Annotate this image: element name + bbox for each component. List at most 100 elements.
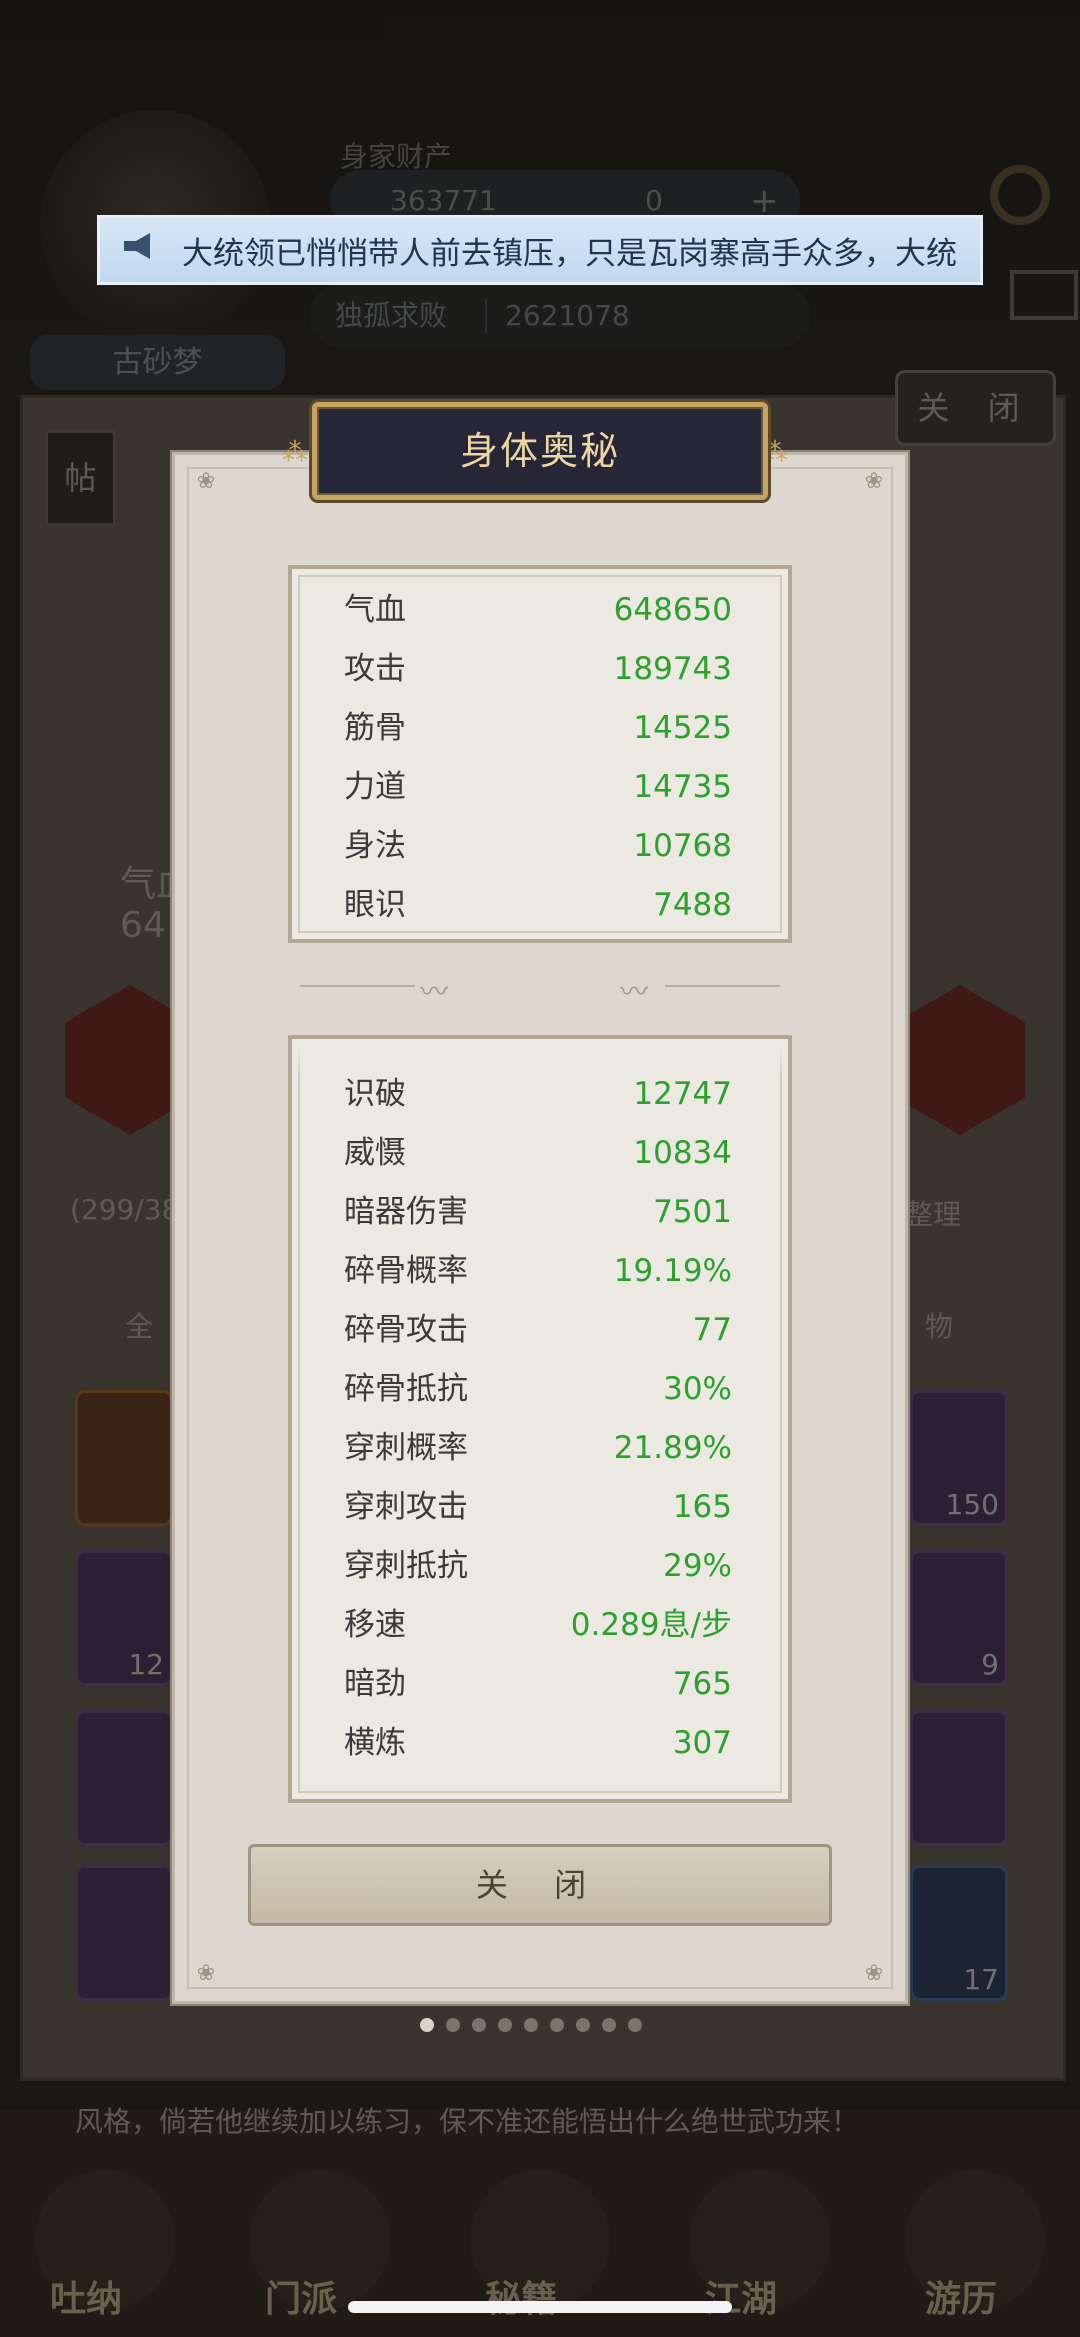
panel-close-button[interactable]: 关 闭 — [895, 370, 1056, 446]
stat-row: 力道 14735 — [292, 758, 788, 817]
stat-row: 穿刺抵抗 29% — [292, 1537, 788, 1596]
stat-name: 眼识 — [344, 887, 406, 923]
inventory-slot[interactable]: 17 — [910, 1865, 1008, 2001]
stat-name: 暗劲 — [344, 1666, 406, 1702]
sort-button[interactable]: 整理 — [905, 1193, 961, 1233]
stat-row: 碎骨攻击 77 — [292, 1301, 788, 1360]
stat-name: 穿刺概率 — [344, 1430, 468, 1466]
page-dot[interactable] — [628, 2018, 642, 2032]
stat-name: 攻击 — [344, 651, 406, 687]
stat-value: 21.89% — [613, 1430, 732, 1466]
page-dot[interactable] — [550, 2018, 564, 2032]
slot-count: 12 — [128, 1648, 164, 1681]
corner-ornament: ❀ — [864, 1961, 884, 1986]
page-dot[interactable] — [602, 2018, 616, 2032]
stat-value: 189743 — [613, 651, 732, 687]
stat-value: 10834 — [633, 1135, 732, 1171]
stat-name: 碎骨攻击 — [344, 1312, 468, 1348]
dialog-title-plate: 身体奥秘 — [312, 402, 768, 500]
advanced-stats-panel[interactable]: 招架 13708 识破 12747 威慑 10834 暗器伤害 7501 碎骨概… — [288, 1035, 792, 1803]
stat-name: 碎骨抵抗 — [344, 1371, 468, 1407]
gear-icon[interactable] — [990, 165, 1050, 225]
rank-separator — [485, 299, 487, 333]
stat-name: 横炼 — [344, 1725, 406, 1761]
inventory-slot[interactable] — [75, 1390, 173, 1526]
divider-ornament: 〰 — [620, 975, 649, 1008]
stat-row: 穿刺概率 21.89% — [292, 1419, 788, 1478]
stat-value: 19.19% — [613, 1253, 732, 1289]
page-dot[interactable] — [472, 2018, 486, 2032]
stat-value: 7501 — [653, 1194, 732, 1230]
inventory-slot[interactable]: 150 — [910, 1390, 1008, 1526]
stat-row: 攻击 189743 — [292, 640, 788, 699]
stat-value: 648650 — [613, 592, 732, 628]
inventory-slot[interactable]: 9 — [910, 1550, 1008, 1686]
nav-label: 门派 — [265, 2279, 338, 2320]
stat-name: 移速 — [344, 1607, 406, 1643]
filter-all-tab[interactable]: 全 — [125, 1305, 153, 1345]
stat-row: 碎骨抵抗 30% — [292, 1360, 788, 1419]
stat-value: 307 — [672, 1725, 732, 1761]
stat-name: 力道 — [344, 769, 406, 805]
rank-bar: 独孤求败 2621078 — [310, 285, 810, 347]
stat-name: 身法 — [344, 828, 406, 864]
filter-items-tab[interactable]: 物 — [925, 1305, 953, 1345]
slot-count: 150 — [945, 1488, 999, 1521]
nav-label: 游历 — [925, 2279, 998, 2320]
stat-name: 气血 — [344, 592, 406, 628]
page-dot[interactable] — [524, 2018, 538, 2032]
scroll-fade — [292, 1039, 788, 1079]
dialog-title: 身体奥秘 — [459, 429, 620, 473]
inventory-slot[interactable] — [75, 1865, 173, 2001]
capacity-text: (299/38 — [70, 1193, 180, 1226]
stat-row: 气血 648650 — [292, 581, 788, 640]
page-dot[interactable] — [498, 2018, 512, 2032]
stat-row: 碎骨概率 19.19% — [292, 1242, 788, 1301]
slot-count: 9 — [981, 1648, 999, 1681]
inventory-slot[interactable]: 12 — [75, 1550, 173, 1686]
stat-value: 165 — [672, 1489, 732, 1525]
divider-line — [665, 985, 780, 987]
stat-row: 威慑 10834 — [292, 1124, 788, 1183]
mail-icon[interactable] — [1010, 270, 1078, 320]
character-name: 古砂梦 — [30, 335, 285, 390]
title-wing-ornament: ⁂ — [762, 438, 788, 468]
corner-ornament: ❀ — [196, 1961, 216, 1986]
announcement-banner: 大统领已悄悄带人前去镇压，只是瓦岗寨高手众多，大统 — [97, 215, 983, 285]
stat-row: 横炼 307 — [292, 1714, 788, 1773]
hp-value: 64 — [120, 905, 166, 946]
assets-label: 身家财产 — [340, 140, 453, 173]
stat-row: 暗劲 765 — [292, 1655, 788, 1714]
page-dot[interactable] — [576, 2018, 590, 2032]
stat-row: 眼识 7488 — [292, 876, 788, 935]
stat-value: 0.289息/步 — [570, 1607, 732, 1643]
slot-count: 17 — [963, 1963, 999, 1996]
post-button[interactable]: 帖 — [45, 430, 116, 526]
rank-title: 独孤求败 — [335, 299, 448, 332]
megaphone-icon — [110, 231, 170, 269]
inventory-slot[interactable] — [910, 1710, 1008, 1846]
stat-row: 移速 0.289息/步 — [292, 1596, 788, 1655]
inventory-slot[interactable] — [75, 1710, 173, 1846]
corner-ornament: ❀ — [864, 469, 884, 494]
home-indicator[interactable] — [348, 2301, 732, 2313]
stat-value: 7488 — [653, 887, 732, 923]
stat-name: 碎骨概率 — [344, 1253, 468, 1289]
rank-number: 2621078 — [505, 299, 630, 332]
stat-row: 筋骨 14525 — [292, 699, 788, 758]
page-dot[interactable] — [446, 2018, 460, 2032]
close-button[interactable]: 关 闭 — [248, 1844, 832, 1926]
stat-value: 14735 — [633, 769, 732, 805]
page-indicator — [420, 2018, 642, 2032]
stat-name: 筋骨 — [344, 710, 406, 746]
divider-line — [300, 985, 415, 987]
nav-label: 江湖 — [705, 2279, 778, 2320]
stat-value: 29% — [663, 1548, 732, 1584]
stat-value: 765 — [672, 1666, 732, 1702]
nav-label: 吐纳 — [50, 2279, 123, 2320]
stat-name: 暗器伤害 — [344, 1194, 468, 1230]
stat-row: 暗器伤害 7501 — [292, 1183, 788, 1242]
stat-name: 威慑 — [344, 1135, 406, 1171]
page-dot-active[interactable] — [420, 2018, 434, 2032]
stat-value: 77 — [692, 1312, 732, 1348]
